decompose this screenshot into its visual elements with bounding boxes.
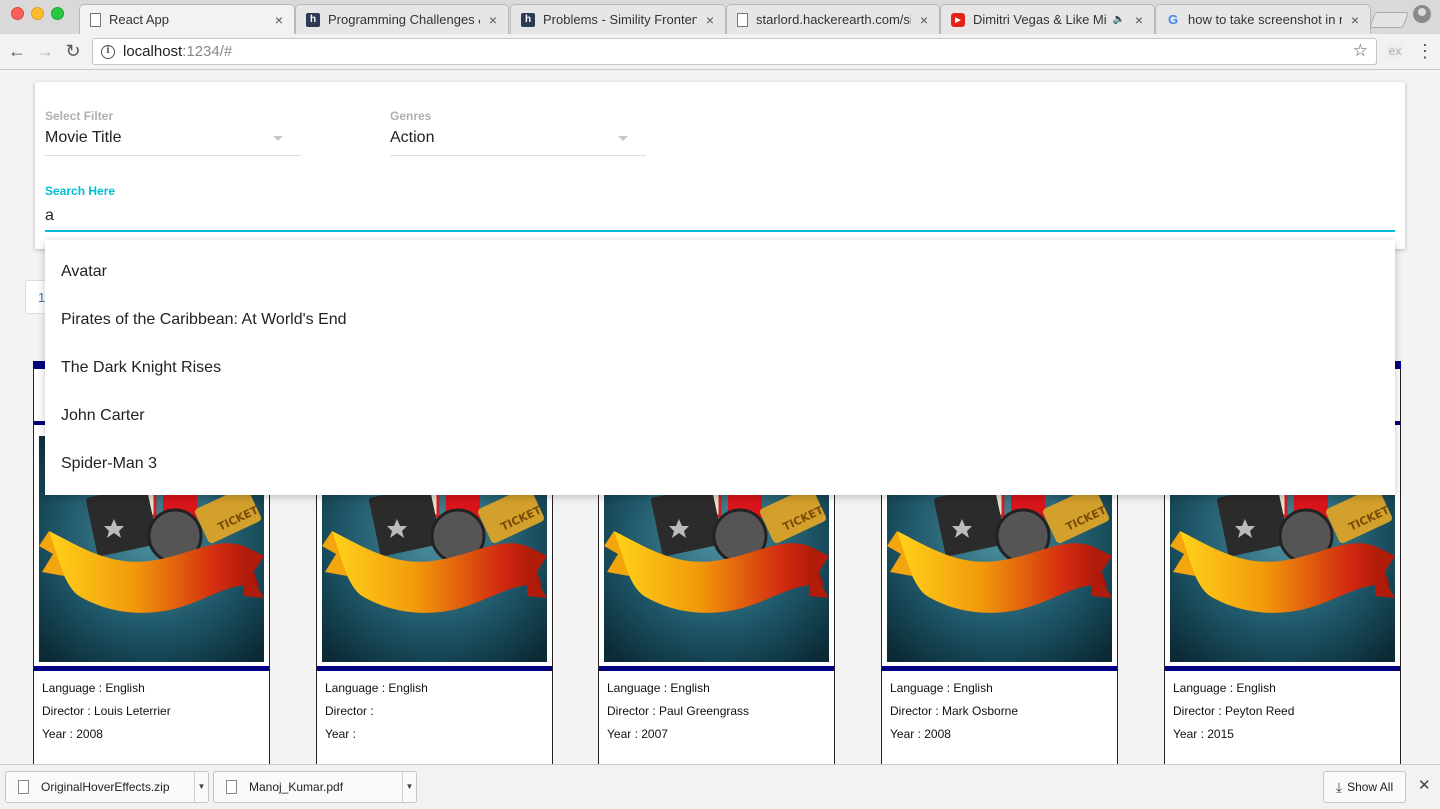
- movie-year: Year : 2015: [1173, 727, 1234, 741]
- url-path: :1234/#: [182, 43, 233, 60]
- movie-info: Language : English Director : Mark Osbor…: [890, 681, 1018, 750]
- movie-language: Language : English: [325, 681, 428, 695]
- download-item[interactable]: OriginalHoverEffects.zip ▼: [5, 771, 209, 803]
- menu-kebab-icon[interactable]: ⋮: [1416, 41, 1434, 61]
- search-label: Search Here: [45, 184, 116, 198]
- close-icon[interactable]: ×: [703, 12, 717, 28]
- movie-info: Language : English Director : Year :: [325, 681, 428, 750]
- movie-year: Year : 2008: [890, 727, 951, 741]
- movie-language: Language : English: [42, 681, 145, 695]
- movie-director: Director : Mark Osborne: [890, 704, 1019, 718]
- movie-language: Language : English: [890, 681, 993, 695]
- tab-problems-simility[interactable]: h Problems - Simility Frontend ×: [510, 4, 726, 34]
- genres-dropdown[interactable]: Genres Action: [390, 109, 646, 156]
- download-filename: Manoj_Kumar.pdf: [249, 780, 344, 794]
- autocomplete-menu: Avatar Pirates of the Caribbean: At Worl…: [45, 240, 1395, 495]
- back-arrow-icon[interactable]: ←: [6, 40, 28, 62]
- info-icon[interactable]: i: [101, 44, 115, 59]
- chevron-down-icon[interactable]: ▼: [402, 772, 416, 802]
- genres-value: Action: [390, 129, 435, 146]
- tab-title: Programming Challenges & C: [328, 12, 480, 27]
- autocomplete-item[interactable]: John Carter: [45, 392, 1395, 440]
- close-icon[interactable]: ×: [1348, 12, 1362, 28]
- profile-icon[interactable]: [1413, 5, 1431, 23]
- address-bar[interactable]: i localhost:1234/# ☆: [92, 38, 1377, 65]
- tab-google-search[interactable]: G how to take screenshot in m ×: [1155, 4, 1371, 34]
- autocomplete-item[interactable]: Pirates of the Caribbean: At World's End: [45, 296, 1395, 344]
- tab-title: starlord.hackerearth.com/si: [756, 12, 911, 27]
- document-icon: [737, 12, 748, 27]
- page-viewport: Select Filter Movie Title Genres Action …: [0, 70, 1440, 764]
- filter-card: Select Filter Movie Title Genres Action …: [35, 82, 1405, 249]
- close-window-button[interactable]: [11, 7, 24, 20]
- reload-icon[interactable]: ↻: [62, 40, 84, 62]
- movie-info: Language : English Director : Paul Green…: [607, 681, 749, 750]
- pdf-file-icon: [226, 780, 237, 794]
- movie-language: Language : English: [1173, 681, 1276, 695]
- movie-info: Language : English Director : Peyton Ree…: [1173, 681, 1294, 750]
- browser-titlebar: React App × h Programming Challenges & C…: [0, 0, 1440, 34]
- card-divider: [882, 666, 1117, 671]
- movie-director: Director :: [325, 704, 374, 718]
- close-icon[interactable]: ×: [486, 12, 500, 28]
- document-icon: [90, 12, 101, 27]
- search-input[interactable]: [45, 204, 1395, 228]
- downloads-bar: OriginalHoverEffects.zip ▼ Manoj_Kumar.p…: [0, 764, 1440, 809]
- card-divider: [1165, 666, 1400, 671]
- close-icon[interactable]: ×: [1132, 12, 1146, 28]
- file-icon: [18, 780, 29, 794]
- card-divider: [599, 666, 834, 671]
- google-icon: G: [1167, 12, 1179, 27]
- tab-starlord[interactable]: starlord.hackerearth.com/si ×: [726, 4, 940, 34]
- close-icon[interactable]: ✕: [1418, 776, 1431, 794]
- movie-director: Director : Paul Greengrass: [607, 704, 750, 718]
- close-icon[interactable]: ×: [917, 12, 931, 28]
- hackerearth-icon: h: [521, 12, 535, 27]
- download-item[interactable]: Manoj_Kumar.pdf ▼: [213, 771, 417, 803]
- movie-year: Year :: [325, 727, 356, 741]
- chevron-down-icon[interactable]: ▼: [194, 772, 208, 802]
- youtube-icon: ▶: [951, 12, 965, 27]
- select-filter-value: Movie Title: [45, 129, 122, 146]
- audio-icon[interactable]: 🔈: [1112, 14, 1126, 25]
- tab-title: Dimitri Vegas & Like Mike: [973, 12, 1106, 27]
- new-tab-button[interactable]: [1369, 12, 1409, 28]
- close-icon[interactable]: ×: [272, 12, 286, 28]
- tab-youtube[interactable]: ▶ Dimitri Vegas & Like Mike 🔈 ×: [940, 4, 1155, 34]
- movie-language: Language : English: [607, 681, 710, 695]
- extension-icon[interactable]: ex: [1387, 43, 1403, 59]
- tab-title: React App: [109, 12, 169, 27]
- browser-toolbar: ← → ↻ i localhost:1234/# ☆ ex ⋮: [0, 34, 1440, 70]
- forward-arrow-icon[interactable]: →: [34, 40, 56, 62]
- search-field: Search Here: [45, 184, 1395, 232]
- download-filename: OriginalHoverEffects.zip: [41, 780, 170, 794]
- url-host: localhost: [123, 43, 183, 60]
- card-divider: [34, 666, 269, 671]
- movie-year: Year : 2007: [607, 727, 668, 741]
- genres-label: Genres: [390, 109, 432, 123]
- select-filter-label: Select Filter: [45, 109, 114, 123]
- autocomplete-item[interactable]: The Dark Knight Rises: [45, 344, 1395, 392]
- hackerearth-icon: h: [306, 12, 320, 27]
- select-filter-dropdown[interactable]: Select Filter Movie Title: [45, 109, 301, 156]
- bookmark-star-icon[interactable]: ☆: [1353, 41, 1368, 61]
- show-all-label: Show All: [1347, 780, 1394, 794]
- movie-director: Director : Peyton Reed: [1173, 704, 1295, 718]
- minimize-window-button[interactable]: [31, 7, 44, 20]
- dropdown-arrow-icon: [273, 136, 283, 141]
- zoom-window-button[interactable]: [51, 7, 64, 20]
- autocomplete-item[interactable]: Avatar: [45, 248, 1395, 296]
- movie-info: Language : English Director : Louis Lete…: [42, 681, 171, 750]
- movie-year: Year : 2008: [42, 727, 103, 741]
- movie-director: Director : Louis Leterrier: [42, 704, 171, 718]
- tab-title: Problems - Simility Frontend: [543, 12, 697, 27]
- tab-react-app[interactable]: React App ×: [79, 4, 295, 34]
- card-divider: [317, 666, 552, 671]
- dropdown-arrow-icon: [618, 136, 628, 141]
- download-icon: ⤓: [1335, 778, 1343, 795]
- tab-title: how to take screenshot in m: [1188, 12, 1342, 27]
- show-all-button[interactable]: ⤓ Show All: [1323, 771, 1406, 803]
- autocomplete-item[interactable]: Spider-Man 3: [45, 440, 1395, 488]
- tab-programming-challenges[interactable]: h Programming Challenges & C ×: [295, 4, 509, 34]
